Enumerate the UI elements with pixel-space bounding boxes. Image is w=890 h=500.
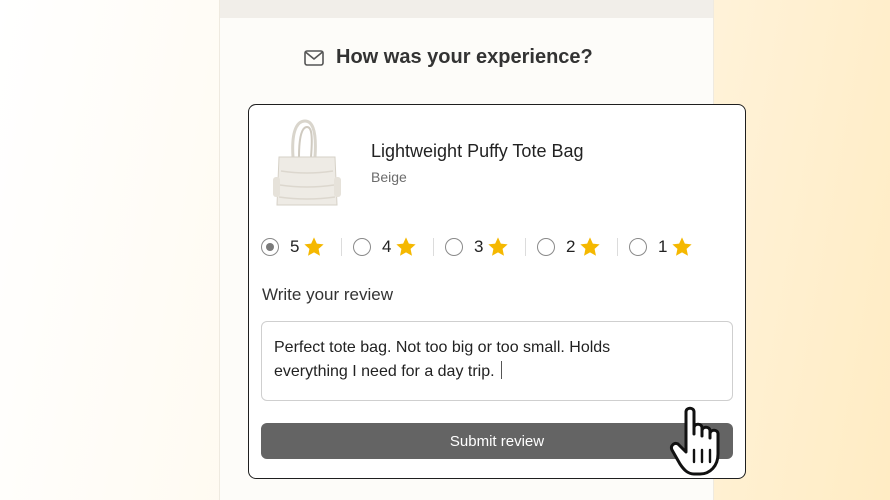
radio-2[interactable] (537, 238, 555, 256)
review-text-line-2-content: everything I need for a day trip. (274, 363, 495, 380)
rating-option-5[interactable]: 5 (261, 233, 325, 261)
star-icon (488, 237, 509, 256)
radio-3[interactable] (445, 238, 463, 256)
rating-label-4: 4 (382, 237, 392, 256)
radio-selected-dot (266, 243, 274, 251)
rating-option-3[interactable]: 3 (445, 233, 509, 261)
star-icon (672, 237, 693, 256)
email-heading: How was your experience? (304, 46, 593, 69)
rating-option-4[interactable]: 4 (353, 233, 417, 261)
rating-label-3: 3 (474, 237, 484, 256)
star-icon (580, 237, 601, 256)
rating-label-1: 1 (658, 237, 668, 256)
email-top-bar (220, 0, 713, 18)
heading-text: How was your experience? (336, 46, 593, 68)
rating-divider (341, 238, 342, 256)
review-textarea[interactable]: Perfect tote bag. Not too big or too sma… (261, 321, 733, 401)
product-name: Lightweight Puffy Tote Bag (371, 141, 584, 161)
star-icon (304, 237, 325, 256)
hand-pointer-icon (668, 404, 732, 478)
radio-5[interactable] (261, 238, 279, 256)
envelope-icon (304, 49, 324, 66)
rating-divider (617, 238, 618, 256)
rating-option-1[interactable]: 1 (629, 233, 693, 261)
rating-option-2[interactable]: 2 (537, 233, 601, 261)
rating-label-5: 5 (290, 237, 300, 256)
review-label: Write your review (262, 285, 393, 304)
rating-label-2: 2 (566, 237, 576, 256)
rating-divider (525, 238, 526, 256)
submit-review-button[interactable]: Submit review (261, 423, 733, 459)
product-variant: Beige (371, 169, 407, 185)
tote-bag-image (269, 117, 347, 209)
rating-divider (433, 238, 434, 256)
rating-options: 5 4 3 2 1 (261, 233, 731, 261)
review-text-line-1: Perfect tote bag. Not too big or too sma… (274, 339, 611, 356)
review-text-line-2: everything I need for a day trip. (274, 360, 720, 384)
text-caret (500, 361, 502, 379)
radio-1[interactable] (629, 238, 647, 256)
star-icon (396, 237, 417, 256)
radio-4[interactable] (353, 238, 371, 256)
